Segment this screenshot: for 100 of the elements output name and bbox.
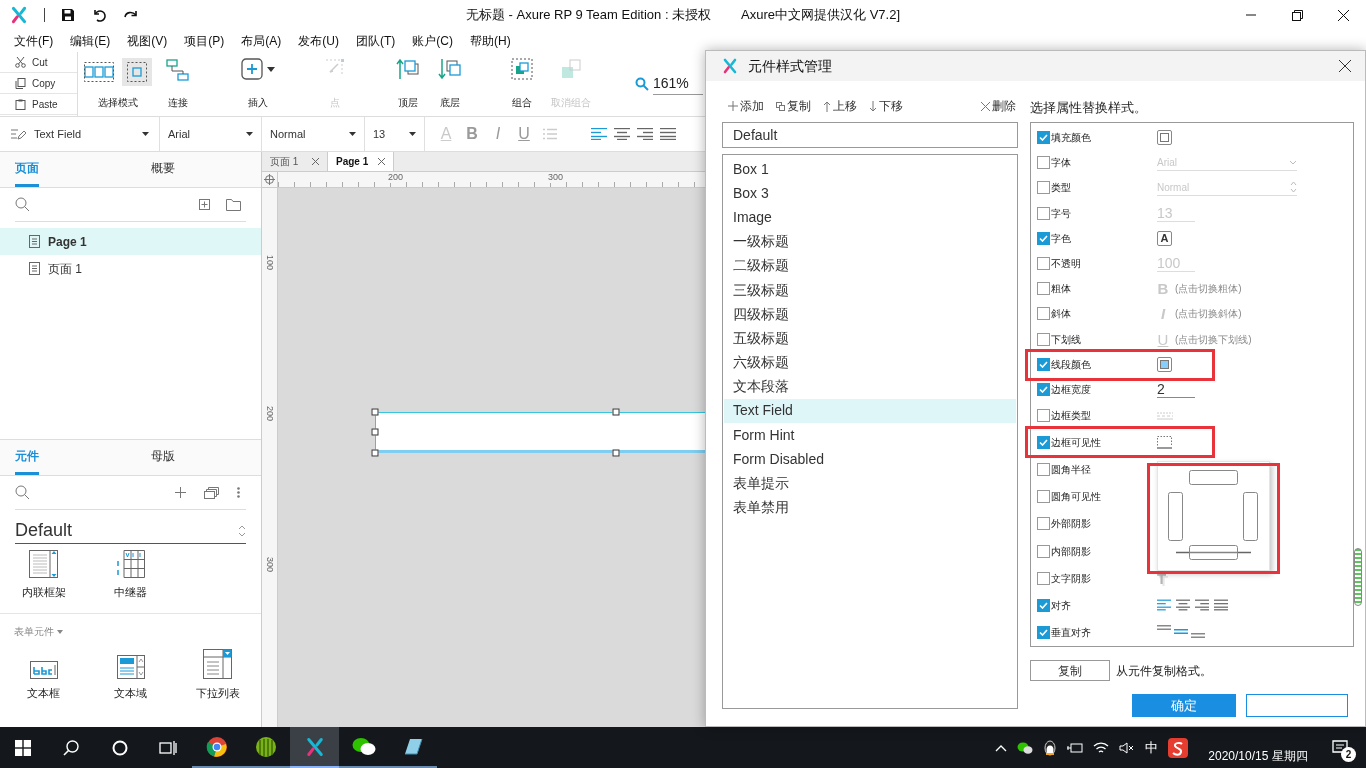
widget-item[interactable]: 文本域 bbox=[87, 645, 174, 701]
zoom-field[interactable]: 161% bbox=[653, 73, 703, 95]
library-stack-icon[interactable] bbox=[204, 486, 219, 499]
widget-item[interactable]: 中继器 bbox=[87, 544, 174, 600]
checkbox[interactable] bbox=[1037, 307, 1050, 321]
document-tab[interactable]: Page 1 bbox=[328, 152, 394, 171]
checkbox[interactable] bbox=[1037, 206, 1050, 220]
insert-tool[interactable]: 插入 bbox=[238, 58, 278, 110]
down-style-button[interactable]: 下移 bbox=[869, 97, 903, 115]
save-icon[interactable] bbox=[61, 8, 75, 22]
style-item[interactable]: Form Hint bbox=[724, 423, 1016, 448]
font-color-button[interactable]: A bbox=[1157, 230, 1172, 246]
style-item[interactable]: 文本段落 bbox=[724, 374, 1016, 399]
striped-app-icon[interactable] bbox=[254, 735, 277, 758]
selection-handle[interactable] bbox=[612, 408, 620, 416]
font-dropdown[interactable]: Arial bbox=[160, 117, 262, 151]
chat-app-icon[interactable] bbox=[351, 736, 376, 757]
ime-indicator[interactable]: 中 bbox=[1145, 737, 1158, 758]
widget-item[interactable]: 文本框 bbox=[0, 645, 87, 701]
menu-item[interactable]: 编辑(E) bbox=[70, 32, 111, 50]
checkbox[interactable] bbox=[1037, 231, 1050, 245]
checkbox[interactable] bbox=[1037, 357, 1050, 371]
checkbox[interactable] bbox=[1037, 131, 1050, 145]
style-item[interactable]: Image bbox=[724, 205, 1016, 230]
weight-dropdown[interactable]: Normal bbox=[262, 117, 365, 151]
style-item[interactable]: 表单禁用 bbox=[724, 495, 1016, 520]
plus-icon[interactable] bbox=[175, 487, 186, 498]
select-mode-tool[interactable]: 选择模式 bbox=[78, 58, 158, 110]
bottom-border-toggle-icon[interactable] bbox=[1176, 545, 1251, 560]
style-dropdown[interactable]: Text Field bbox=[0, 117, 160, 151]
style-item[interactable]: 六级标题 bbox=[724, 350, 1016, 375]
up-style-button[interactable]: 上移 bbox=[823, 97, 857, 115]
widget-item[interactable]: 内联框架 bbox=[0, 544, 87, 600]
folder-icon[interactable] bbox=[226, 198, 241, 211]
checkbox[interactable] bbox=[1037, 598, 1050, 612]
axure-app-icon[interactable] bbox=[304, 736, 325, 757]
number-field[interactable]: 2 bbox=[1157, 380, 1195, 398]
checkbox[interactable] bbox=[1037, 282, 1050, 296]
style-item[interactable]: 表单提示 bbox=[724, 471, 1016, 496]
menu-item[interactable]: 帮助(H) bbox=[470, 32, 511, 50]
checkbox[interactable] bbox=[1037, 332, 1050, 346]
checkbox[interactable] bbox=[1037, 181, 1050, 195]
default-style-field[interactable]: Default bbox=[722, 122, 1018, 148]
undo-icon[interactable] bbox=[91, 7, 107, 23]
panel-tab[interactable]: 母版 bbox=[150, 440, 175, 475]
close-icon[interactable] bbox=[378, 158, 385, 165]
ok-button[interactable]: 确定 bbox=[1132, 694, 1236, 717]
selection-handle[interactable] bbox=[371, 428, 379, 436]
style-item[interactable]: 一级标题 bbox=[724, 229, 1016, 254]
paste-button[interactable]: Paste bbox=[0, 94, 77, 115]
checkbox[interactable] bbox=[1037, 571, 1050, 585]
menu-item[interactable]: 账户(C) bbox=[412, 32, 453, 50]
style-item[interactable]: Text Field bbox=[724, 398, 1016, 424]
menu-item[interactable]: 文件(F) bbox=[14, 32, 54, 50]
left-border-toggle-icon[interactable] bbox=[1168, 492, 1183, 541]
checkbox[interactable] bbox=[1037, 463, 1050, 477]
more-vertical-icon[interactable] bbox=[237, 487, 240, 498]
selection-handle[interactable] bbox=[371, 449, 379, 457]
size-dropdown[interactable]: 13 bbox=[365, 117, 425, 151]
library-dropdown[interactable]: Default bbox=[15, 518, 246, 544]
select-contained-icon[interactable] bbox=[122, 58, 152, 86]
checkbox[interactable] bbox=[1037, 257, 1050, 271]
delete-style-button[interactable]: 删除 bbox=[981, 97, 1016, 115]
widget-item[interactable]: 下拉列表 bbox=[174, 645, 261, 701]
border-visibility-icon[interactable] bbox=[1157, 436, 1172, 450]
checkbox[interactable] bbox=[1037, 490, 1050, 504]
checkbox[interactable] bbox=[1037, 544, 1050, 558]
checkbox[interactable] bbox=[1037, 382, 1050, 396]
checkbox[interactable] bbox=[1037, 517, 1050, 531]
style-item[interactable]: 二级标题 bbox=[724, 253, 1016, 278]
panel-tab[interactable]: 概要 bbox=[150, 152, 175, 187]
top-border-toggle-icon[interactable] bbox=[1189, 470, 1238, 485]
checkbox[interactable] bbox=[1037, 409, 1050, 423]
style-item[interactable]: 四级标题 bbox=[724, 302, 1016, 327]
group-tool[interactable]: 组合 bbox=[502, 58, 542, 110]
menu-item[interactable]: 项目(P) bbox=[184, 32, 225, 50]
style-item[interactable]: 五级标题 bbox=[724, 326, 1016, 351]
duplicate-style-button[interactable]: 复制 bbox=[776, 97, 811, 115]
scrollbar-thumb[interactable] bbox=[1354, 548, 1362, 606]
input-method-icon[interactable] bbox=[1168, 737, 1188, 758]
connect-tool[interactable]: 连接 bbox=[158, 58, 198, 110]
browser-icon[interactable] bbox=[205, 735, 228, 758]
copy-button[interactable]: Copy bbox=[0, 73, 77, 94]
style-item[interactable]: 三级标题 bbox=[724, 277, 1016, 303]
menu-item[interactable]: 布局(A) bbox=[241, 32, 282, 50]
checkbox[interactable] bbox=[1037, 625, 1050, 639]
menu-item[interactable]: 发布(U) bbox=[298, 32, 339, 50]
cut-button[interactable]: Cut bbox=[0, 52, 77, 73]
style-item[interactable]: Box 3 bbox=[724, 181, 1016, 206]
checkbox[interactable] bbox=[1037, 436, 1050, 450]
bring-front-tool[interactable]: 顶层 bbox=[388, 58, 428, 110]
add-style-button[interactable]: 添加 bbox=[728, 97, 764, 115]
close-icon[interactable] bbox=[312, 158, 319, 165]
page-item[interactable]: Page 1 bbox=[0, 228, 261, 255]
style-item[interactable]: Form Disabled bbox=[724, 447, 1016, 472]
menu-item[interactable]: 视图(V) bbox=[127, 32, 168, 50]
style-item[interactable]: Box 1 bbox=[724, 157, 1016, 182]
send-back-tool[interactable]: 底层 bbox=[430, 58, 470, 110]
menu-item[interactable]: 团队(T) bbox=[356, 32, 396, 50]
page-item[interactable]: 页面 1 bbox=[0, 255, 261, 282]
